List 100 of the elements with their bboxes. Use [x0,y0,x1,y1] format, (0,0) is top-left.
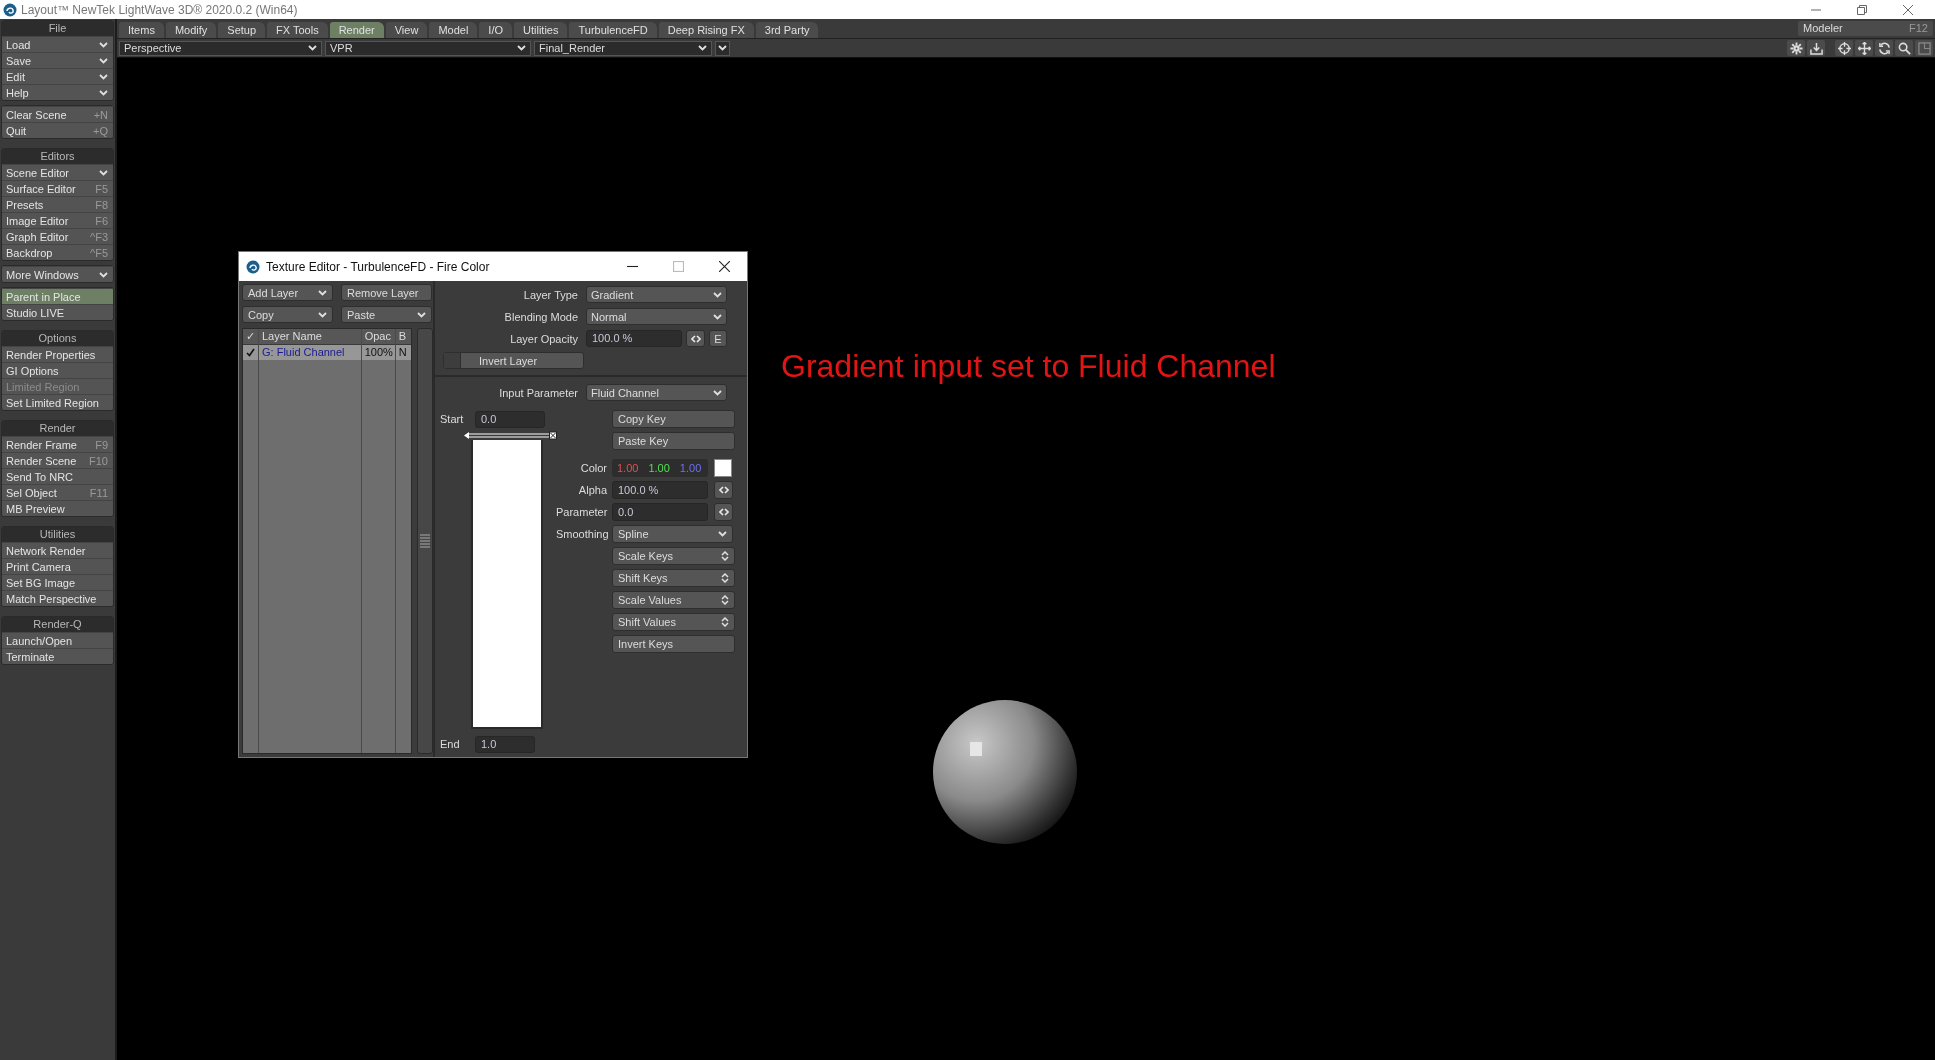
table-cell[interactable]: G: Fluid Channel [259,345,361,360]
dropdown-button[interactable]: Paste [341,306,432,323]
chevron-icon [99,271,108,278]
sidebar-button[interactable]: Launch/Open [2,632,113,648]
left-right-arrows-icon [690,334,701,343]
menu-tab[interactable]: TurbulenceFD [569,22,657,38]
spinner-button[interactable]: Scale Keys [612,547,735,565]
dropdown[interactable]: Final_Render [534,40,712,56]
input-field[interactable]: 0.0 [612,503,708,521]
gradient-key-marker[interactable] [463,431,557,440]
envelope-button[interactable] [686,330,705,347]
sidebar-button[interactable]: Send To NRC [2,468,113,484]
scrollbar-grip-icon[interactable] [420,534,430,548]
menu-tab[interactable]: Items [119,22,164,38]
envelope-button[interactable] [714,481,733,499]
dropdown[interactable]: VPR [325,40,531,56]
dropdown[interactable] [715,40,730,56]
crosshair-icon [1837,41,1851,55]
sidebar-button[interactable]: Clear Scene +N [2,106,113,122]
spinner-button[interactable]: Scale Values [612,591,735,609]
color-field[interactable]: 1.00 1.00 1.00 [612,459,708,477]
layer-button[interactable]: Remove Layer [341,284,432,301]
sidebar-button[interactable]: Print Camera [2,558,113,574]
modeler-button[interactable]: Modeler F12 [1798,21,1933,36]
input-field[interactable]: 1.0 [475,735,535,753]
input-field[interactable]: 0.0 [475,410,545,428]
sidebar-button[interactable]: Quit +Q [2,122,113,138]
dropdown-button[interactable]: Copy [242,306,333,323]
key-button[interactable]: Invert Keys [612,635,735,653]
menu-tab[interactable]: Render [329,22,384,38]
sidebar-button[interactable]: GI Options [2,362,113,378]
menu-tab[interactable]: View [385,22,428,38]
key-button[interactable]: Copy Key [612,410,735,428]
checkmark-icon[interactable] [246,348,255,357]
input-field[interactable]: 100.0 % [586,330,682,347]
close-icon[interactable] [718,261,730,272]
spinner-button[interactable]: Shift Keys [612,569,735,587]
tray-arrow-button[interactable] [1807,40,1825,56]
sidebar-button[interactable]: Set BG Image [2,574,113,590]
menu-tab[interactable]: Modify [165,22,217,38]
scrollbar[interactable] [417,328,433,754]
sidebar-button[interactable]: Image Editor F6 [2,212,113,228]
rotate-button[interactable] [1875,40,1893,56]
table-cell[interactable]: 100% [361,345,395,360]
dropdown-button[interactable]: Save [2,52,113,68]
rotate-icon [1877,41,1891,55]
move-button[interactable] [1855,40,1873,56]
menu-tab[interactable]: I/O [479,22,513,38]
sidebar-button[interactable]: Sel Object F11 [2,484,113,500]
key-button[interactable]: Paste Key [612,432,735,450]
menu-tab[interactable]: FX Tools [267,22,328,38]
input-field[interactable]: 100.0 % [612,481,708,499]
dropdown-button[interactable]: Load [2,36,113,52]
sidebar-button[interactable]: Terminate [2,648,113,664]
field-label: End [439,738,461,750]
dropdown-button[interactable]: Add Layer [242,284,333,301]
menu-tab[interactable]: Deep Rising FX [658,22,754,38]
tray-arrow-icon [1809,41,1823,55]
sidebar-button[interactable]: Presets F8 [2,196,113,212]
sidebar-button[interactable]: Parent in Place [2,288,113,304]
spinner-button[interactable]: Shift Values [612,613,735,631]
sidebar-button[interactable]: Set Limited Region [2,394,113,410]
sidebar-button[interactable]: Backdrop ^F5 [2,244,113,260]
restore-icon[interactable] [1857,4,1867,15]
dropdown-button[interactable]: Scene Editor [2,164,113,180]
sidebar-button[interactable]: Network Render [2,542,113,558]
menu-tab[interactable]: 3rd Party [755,22,819,38]
sidebar-button[interactable]: Surface Editor F5 [2,180,113,196]
dropdown[interactable]: Spline [612,525,733,543]
search-button[interactable] [1895,40,1913,56]
sidebar-button[interactable]: Studio LIVE [2,304,113,320]
dropdown[interactable]: Fluid Channel [586,384,727,401]
column-header[interactable]: Layer Name [259,329,361,345]
sidebar-button[interactable]: Graph Editor ^F3 [2,228,113,244]
dropdown-button[interactable]: Help [2,84,113,100]
crosshair-button[interactable] [1835,40,1853,56]
menu-tab[interactable]: Setup [218,22,266,38]
sidebar-button[interactable]: Render Scene F10 [2,452,113,468]
gradient-bar[interactable] [471,440,543,729]
invert-layer-toggle[interactable]: Invert Layer [443,352,584,369]
sidebar-button[interactable]: Render Properties [2,346,113,362]
column-header[interactable]: ✓ [243,329,258,345]
chevron-icon [713,291,722,298]
dropdown[interactable]: Gradient [586,286,727,303]
field-label: Smoothing [556,528,610,540]
dropdown-button[interactable]: More Windows [2,266,113,282]
column-header[interactable]: Opac [361,329,395,345]
sidebar-button[interactable]: MB Preview [2,500,113,516]
menu-tab[interactable]: Utilities [514,22,568,38]
color-swatch[interactable] [714,459,732,477]
envelope-button[interactable] [714,503,733,521]
field-label: Parameter [556,506,609,518]
dropdown[interactable]: Perspective [119,40,322,56]
settings-button[interactable] [1787,40,1805,56]
sidebar-button[interactable]: Match Perspective [2,590,113,606]
menu-tab[interactable]: Model [429,22,478,38]
envelope-edit-button[interactable]: E [709,330,727,347]
dropdown-button[interactable]: Edit [2,68,113,84]
sidebar-button[interactable]: Render Frame F9 [2,436,113,452]
dropdown[interactable]: Normal [586,308,727,325]
